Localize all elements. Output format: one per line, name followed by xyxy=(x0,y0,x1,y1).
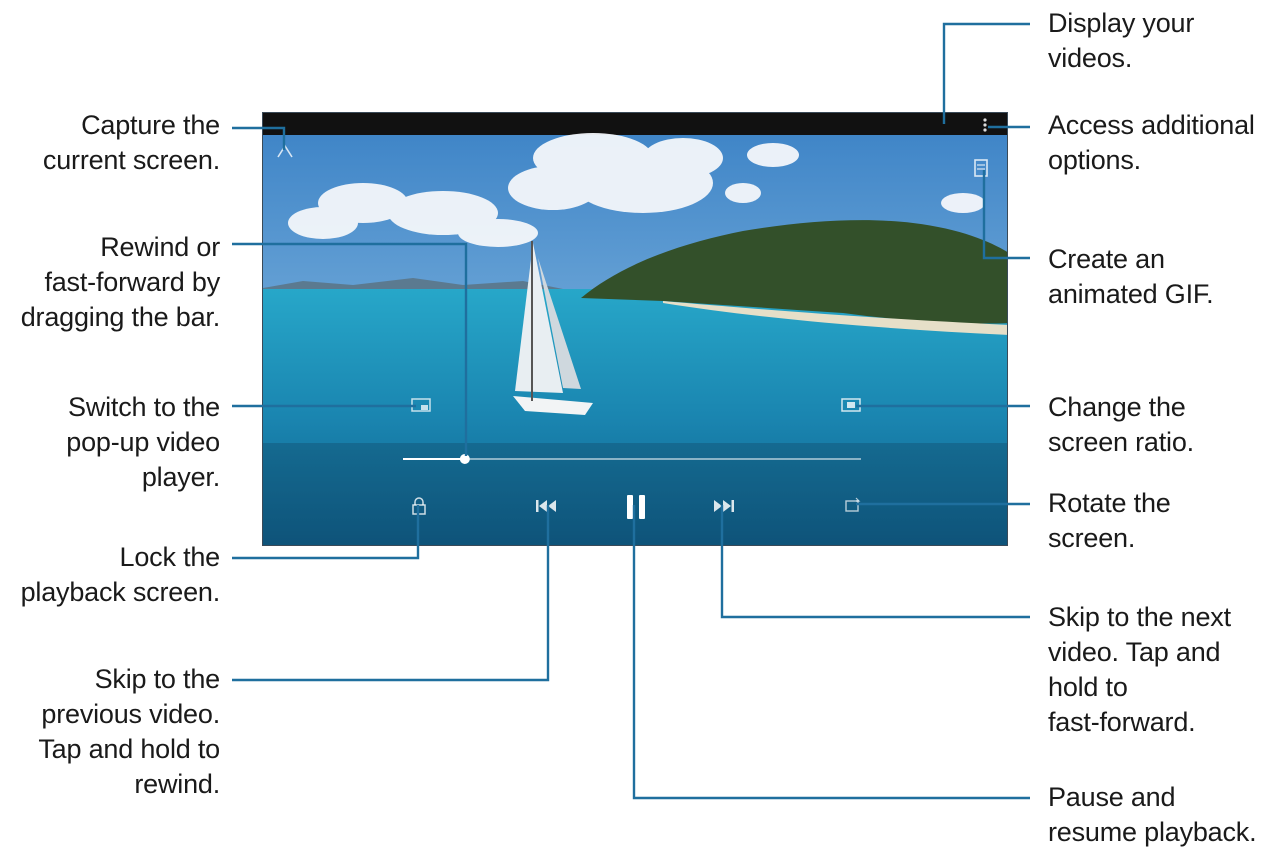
lock-icon[interactable] xyxy=(411,497,427,515)
previous-icon[interactable] xyxy=(535,499,557,513)
leader-display xyxy=(942,22,1030,124)
gif-icon[interactable] xyxy=(973,159,989,177)
more-options-icon[interactable] xyxy=(980,117,990,133)
callout-next: Skip to the next video. Tap and hold to … xyxy=(1048,602,1231,737)
callout-gif: Create an animated GIF. xyxy=(1048,244,1214,309)
video-frame xyxy=(263,113,1007,545)
callout-rotate: Rotate the screen. xyxy=(1048,488,1171,553)
seek-bar-thumb[interactable] xyxy=(459,454,470,464)
callout-capture: Capture the current screen. xyxy=(42,110,220,175)
leader-pause xyxy=(632,505,1030,800)
callout-more-options: Access additional options. xyxy=(1048,110,1255,175)
pause-icon[interactable] xyxy=(624,493,648,521)
rotate-icon[interactable] xyxy=(843,497,861,515)
popup-player-icon[interactable] xyxy=(411,397,431,413)
callout-pause: Pause and resume playback. xyxy=(1048,782,1257,847)
callout-display-videos: Display your videos. xyxy=(1048,8,1195,73)
callout-rewind-drag: Rewind or fast-forward by dragging the b… xyxy=(20,232,220,332)
next-icon[interactable] xyxy=(713,499,735,513)
callout-previous: Skip to the previous video. Tap and hold… xyxy=(38,664,220,799)
callout-ratio: Change the screen ratio. xyxy=(1048,392,1194,457)
callout-lock: Lock the playback screen. xyxy=(20,542,221,607)
callout-popup-player: Switch to the pop-up video player. xyxy=(66,392,220,492)
video-player-screen xyxy=(262,112,1008,546)
capture-icon[interactable] xyxy=(275,141,295,161)
screen-ratio-icon[interactable] xyxy=(841,397,861,413)
